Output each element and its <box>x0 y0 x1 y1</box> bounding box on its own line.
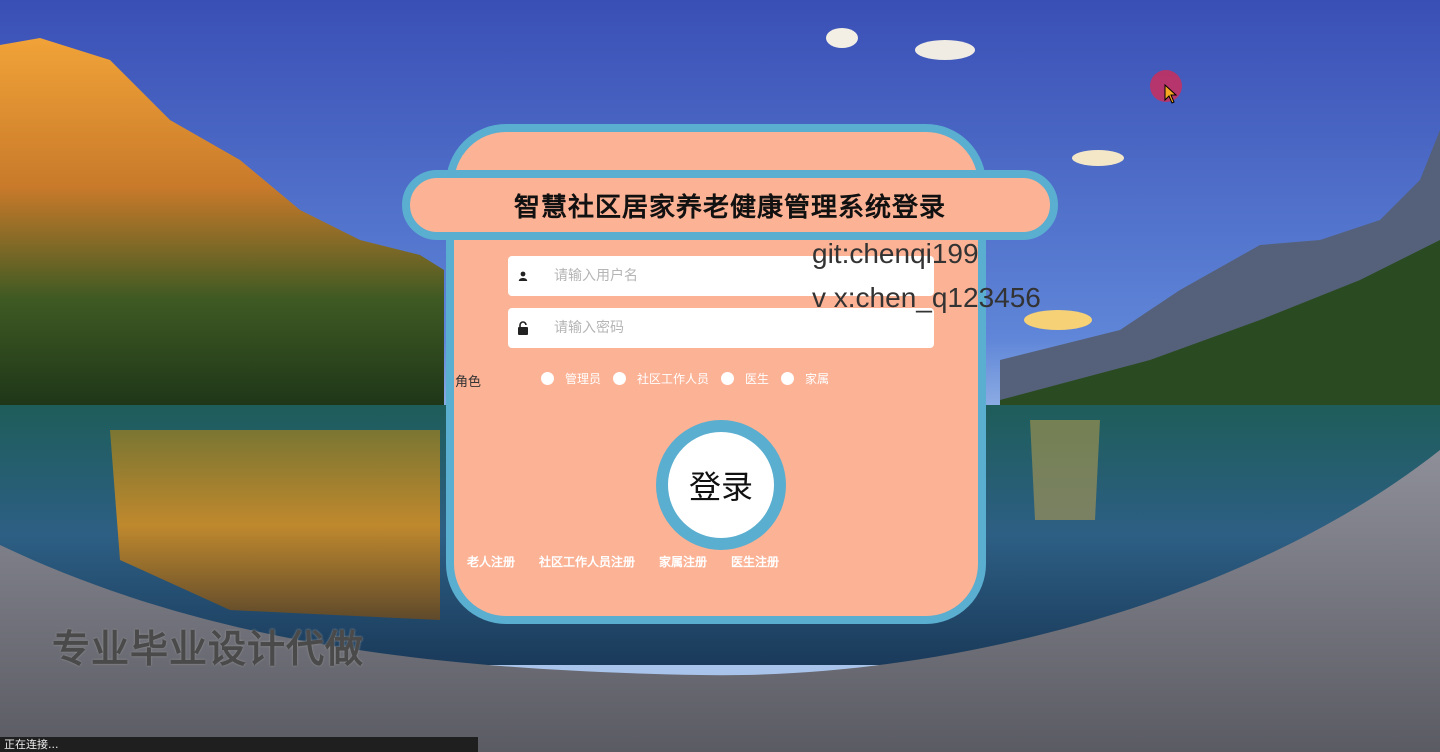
role-option-admin[interactable]: 管理员 <box>541 370 601 387</box>
register-family-link[interactable]: 家属注册 <box>659 553 707 570</box>
register-doctor-link[interactable]: 医生注册 <box>731 553 779 570</box>
role-option-doctor[interactable]: 医生 <box>721 370 769 387</box>
role-option-community-staff[interactable]: 社区工作人员 <box>613 370 709 387</box>
register-links: 老人注册 社区工作人员注册 家属注册 医生注册 <box>467 553 803 570</box>
watermark-wechat: v x:chen_q123456 <box>812 282 1041 313</box>
page-title: 智慧社区居家养老健康管理系统登录 <box>513 192 946 223</box>
password-field[interactable] <box>508 307 934 349</box>
title-banner: 智慧社区居家养老健康管理系统登录 <box>402 170 1058 240</box>
role-option-label: 管理员 <box>565 372 602 386</box>
login-button-face[interactable]: 登录 <box>668 432 774 538</box>
radio-icon[interactable] <box>613 372 627 385</box>
browser-status-bar: 正在连接... <box>0 737 478 752</box>
radio-icon[interactable] <box>721 372 735 385</box>
radio-icon[interactable] <box>541 372 554 385</box>
role-label: 角色 <box>455 375 482 390</box>
login-button[interactable]: 登录 <box>656 420 786 550</box>
user-icon <box>508 271 538 281</box>
radio-icon[interactable] <box>781 372 795 385</box>
role-radio-group: 管理员 社区工作人员 医生 家属 <box>541 370 841 387</box>
slogan-text: 专业毕业设计代做 <box>52 627 365 671</box>
login-button-label: 登录 <box>688 468 753 506</box>
register-community-staff-link[interactable]: 社区工作人员注册 <box>539 553 635 570</box>
role-option-family[interactable]: 家属 <box>781 370 829 387</box>
role-option-label: 社区工作人员 <box>637 372 710 386</box>
role-option-label: 医生 <box>745 372 770 386</box>
register-elder-link[interactable]: 老人注册 <box>467 553 515 570</box>
mouse-cursor-icon <box>1164 84 1178 104</box>
role-option-label: 家属 <box>805 372 830 386</box>
watermark-git: git:chenqi199 <box>812 238 979 269</box>
lock-icon <box>508 321 538 335</box>
